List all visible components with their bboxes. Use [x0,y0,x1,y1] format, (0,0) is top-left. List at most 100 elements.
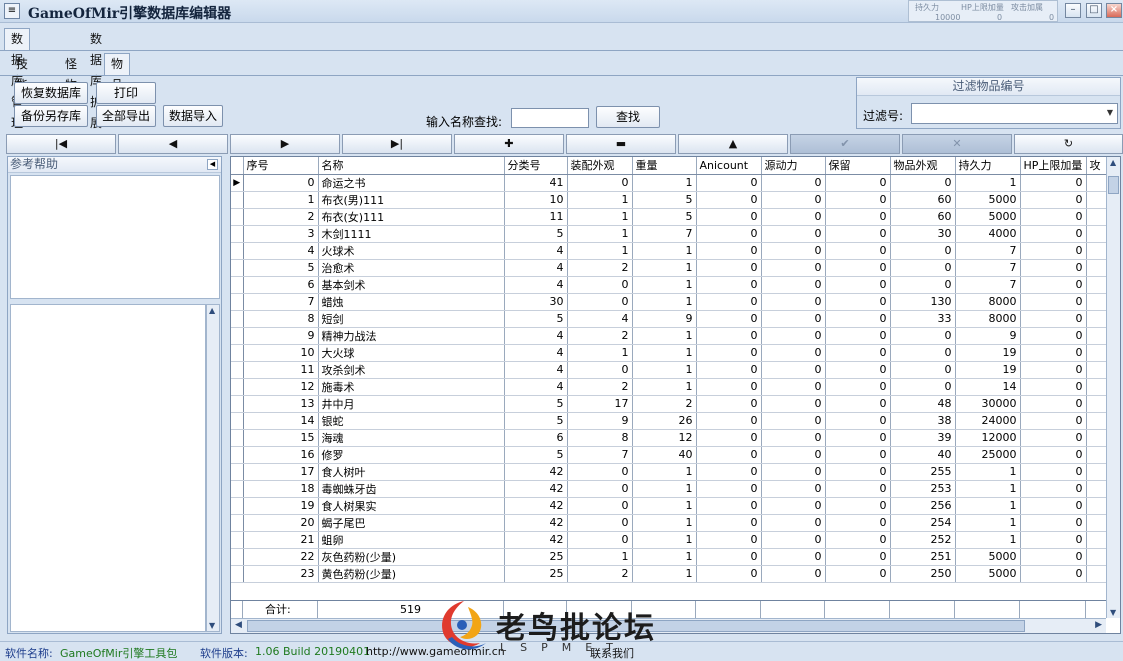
table-cell[interactable]: 食人树叶 [318,463,505,481]
table-cell[interactable]: 20 [243,514,319,532]
table-cell[interactable]: 0 [825,259,891,277]
table-cell[interactable]: 1 [632,242,697,260]
table-cell[interactable]: 0 [696,480,762,498]
table-cell[interactable]: 12 [243,378,319,396]
table-cell[interactable]: 1 [632,344,697,362]
prior-record-button[interactable]: ◀ [118,134,228,154]
table-cell[interactable]: 0 [890,344,956,362]
table-cell[interactable]: 0 [890,259,956,277]
table-cell[interactable]: 1 [955,497,1021,515]
table-cell[interactable]: 1 [632,497,697,515]
table-cell[interactable]: 0 [696,344,762,362]
table-cell[interactable]: 0 [890,378,956,396]
table-cell[interactable]: 0 [696,327,762,345]
table-cell[interactable]: 0 [567,361,633,379]
table-cell[interactable]: 0 [825,327,891,345]
table-cell[interactable]: 253 [890,480,956,498]
table-cell[interactable]: 8 [243,310,319,328]
table-cell[interactable]: 0 [696,259,762,277]
table-row[interactable]: 7 蜡烛 30 0 1 0 0 0 130 8000 0 [231,293,1117,311]
table-cell[interactable]: 23 [243,565,319,583]
table-cell[interactable]: 16 [243,446,319,464]
table-cell[interactable]: 0 [825,225,891,243]
table-cell[interactable]: 0 [1020,412,1087,430]
table-cell[interactable]: 0 [696,497,762,515]
table-cell[interactable]: 1 [955,174,1021,192]
table-cell[interactable]: 24000 [955,412,1021,430]
table-cell[interactable]: 255 [890,463,956,481]
table-cell[interactable]: 海魂 [318,429,505,447]
system-menu-icon[interactable]: ≡ [4,3,20,19]
table-cell[interactable]: 2 [243,208,319,226]
table-cell[interactable]: 4000 [955,225,1021,243]
table-cell[interactable]: 9 [567,412,633,430]
table-cell[interactable]: 0 [761,514,826,532]
table-cell[interactable]: 256 [890,497,956,515]
table-cell[interactable]: 7 [632,225,697,243]
table-cell[interactable]: 0 [761,446,826,464]
scroll-down-icon[interactable]: ▼ [209,621,215,630]
search-input[interactable] [511,108,589,128]
filter-select[interactable]: ▼ [911,103,1118,124]
table-row[interactable]: 20 蝎子尾巴 42 0 1 0 0 0 254 1 0 [231,514,1117,532]
table-cell[interactable]: 0 [696,378,762,396]
table-cell[interactable]: 0 [1020,276,1087,294]
table-cell[interactable]: 0 [825,480,891,498]
table-cell[interactable]: 0 [761,395,826,413]
website-link[interactable]: http://www.gameofmir.cn [366,645,505,658]
table-cell[interactable]: 0 [761,242,826,260]
table-cell[interactable]: 130 [890,293,956,311]
tab-skills[interactable]: 技能 [9,53,35,92]
table-cell[interactable]: 5 [504,395,568,413]
print-button[interactable]: 打印 [96,82,156,104]
table-cell[interactable]: 灰色药粉(少量) [318,548,505,566]
scroll-right-icon[interactable]: ▶ [1095,620,1102,630]
table-cell[interactable]: 0 [825,174,891,192]
table-row[interactable]: 22 灰色药粉(少量) 25 1 1 0 0 0 251 5000 0 [231,548,1117,566]
table-cell[interactable]: 0 [696,174,762,192]
table-cell[interactable]: 0 [696,191,762,209]
table-cell[interactable]: 25 [504,548,568,566]
table-cell[interactable]: 0 [825,310,891,328]
table-cell[interactable]: 19 [243,497,319,515]
table-cell[interactable]: 0 [890,174,956,192]
table-cell[interactable]: 0 [567,174,633,192]
column-header[interactable]: 分类号 [504,157,568,175]
table-cell[interactable]: 0 [243,174,319,192]
table-cell[interactable]: 0 [1020,480,1087,498]
table-cell[interactable]: 30 [890,225,956,243]
table-cell[interactable]: 攻杀剑术 [318,361,505,379]
table-cell[interactable]: 0 [825,548,891,566]
table-cell[interactable]: 3 [243,225,319,243]
first-record-button[interactable]: |◀ [6,134,116,154]
table-cell[interactable]: 0 [761,293,826,311]
table-cell[interactable]: 0 [761,276,826,294]
table-cell[interactable]: 38 [890,412,956,430]
table-cell[interactable]: 布衣(男)111 [318,191,505,209]
export-all-button[interactable]: 全部导出 [96,105,156,127]
table-cell[interactable]: 1 [632,531,697,549]
table-cell[interactable]: 40 [890,446,956,464]
table-cell[interactable]: 4 [567,310,633,328]
table-cell[interactable]: 0 [761,208,826,226]
grid-horizontal-scrollbar[interactable]: ◀ ▶ [231,618,1106,633]
tab-monsters[interactable]: 怪物 [58,53,84,92]
table-cell[interactable]: 0 [696,565,762,583]
table-row[interactable]: 1 布衣(男)111 10 1 5 0 0 0 60 5000 0 [231,191,1117,209]
table-cell[interactable]: 14 [955,378,1021,396]
table-cell[interactable]: 1 [567,225,633,243]
table-cell[interactable]: 42 [504,497,568,515]
cancel-record-button[interactable]: ✕ [902,134,1012,154]
table-cell[interactable]: 0 [890,242,956,260]
table-row[interactable]: 19 食人树果实 42 0 1 0 0 0 256 1 0 [231,497,1117,515]
refresh-button[interactable]: ↻ [1014,134,1123,154]
table-row[interactable]: 5 治愈术 4 2 1 0 0 0 0 7 0 [231,259,1117,277]
table-cell[interactable]: 4 [504,378,568,396]
table-cell[interactable]: 0 [825,344,891,362]
table-row[interactable]: 9 精神力战法 4 2 1 0 0 0 0 9 0 [231,327,1117,345]
table-cell[interactable]: 0 [761,259,826,277]
table-cell[interactable]: 0 [1020,395,1087,413]
table-cell[interactable]: 0 [761,463,826,481]
table-cell[interactable]: 0 [696,293,762,311]
table-row[interactable]: 23 黄色药粉(少量) 25 2 1 0 0 0 250 5000 0 [231,565,1117,583]
